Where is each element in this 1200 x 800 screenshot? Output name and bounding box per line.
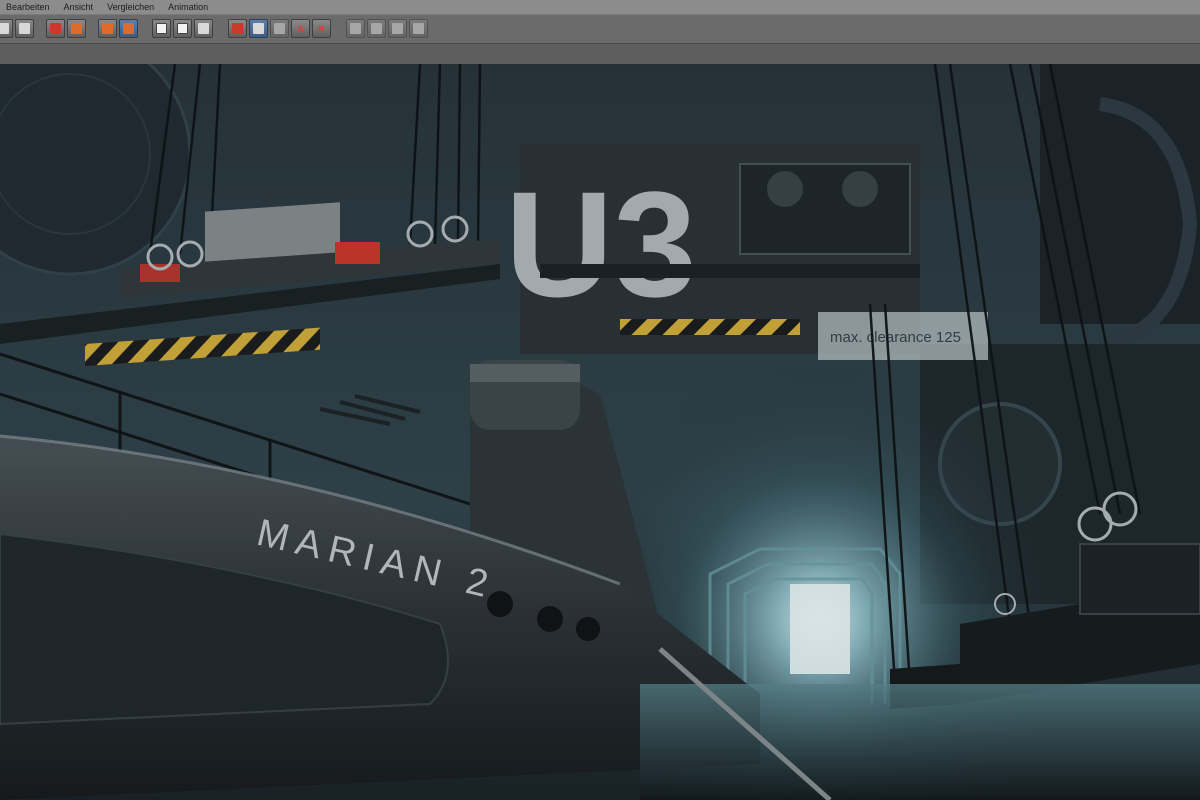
frame-icon [371,23,382,34]
menu-bar: Bearbeiten Ansicht Vergleichen Animation [0,0,1200,14]
toolbar-group-misc [346,19,428,39]
render-viewer-window: Bearbeiten Ansicht Vergleichen Animation… [0,0,1200,800]
layer-active-icon [123,23,134,34]
layer-active-button[interactable] [119,19,138,38]
snapshot-settings-button[interactable] [194,19,213,38]
set-b-label: B [318,23,325,34]
snapshot-button[interactable] [152,19,171,38]
grid-icon [19,23,30,34]
frame-icon [413,23,424,34]
swap-icon [274,23,285,34]
layer-stack-button[interactable] [98,19,117,38]
set-a-button[interactable]: A [291,19,310,38]
ab-view-button[interactable] [228,19,247,38]
set-b-button[interactable]: B [312,19,331,38]
misc-button-2[interactable] [367,19,386,38]
snapshot-edit-icon [177,23,188,34]
snapshot-edit-button[interactable] [173,19,192,38]
region-render-icon [50,23,61,34]
split-view-icon [253,23,264,34]
swap-button[interactable] [270,19,289,38]
grid-button[interactable] [15,19,34,38]
set-a-label: A [297,23,304,34]
render-object-icon [71,23,82,34]
menu-animation[interactable]: Animation [168,0,208,14]
menu-ansicht[interactable]: Ansicht [64,0,94,14]
split-view-button[interactable] [249,19,268,38]
toolbar-group-render [46,19,86,39]
frame-icon [350,23,361,34]
view-icon [0,23,9,34]
rendered-image: U3 max. clearance 125 MARIAN 2 [0,64,1200,800]
menu-vergleichen[interactable]: Vergleichen [107,0,154,14]
view-button[interactable] [0,19,13,38]
frame-icon [392,23,403,34]
render-viewport[interactable]: U3 max. clearance 125 MARIAN 2 [0,64,1200,800]
settings-gear-icon [198,23,209,34]
misc-button-4[interactable] [409,19,428,38]
panel-strip [0,44,1200,64]
snapshot-icon [156,23,167,34]
toolbar: A B [0,14,1200,44]
render-object-button[interactable] [67,19,86,38]
toolbar-group-view [0,19,34,39]
ab-view-icon [232,23,243,34]
toolbar-group-layers [98,19,138,39]
menu-bearbeiten[interactable]: Bearbeiten [6,0,50,14]
misc-button-3[interactable] [388,19,407,38]
toolbar-group-snapshot [152,19,213,39]
misc-button-1[interactable] [346,19,365,38]
layer-stack-icon [102,23,113,34]
toolbar-group-compare: A B [228,19,331,39]
region-render-button[interactable] [46,19,65,38]
